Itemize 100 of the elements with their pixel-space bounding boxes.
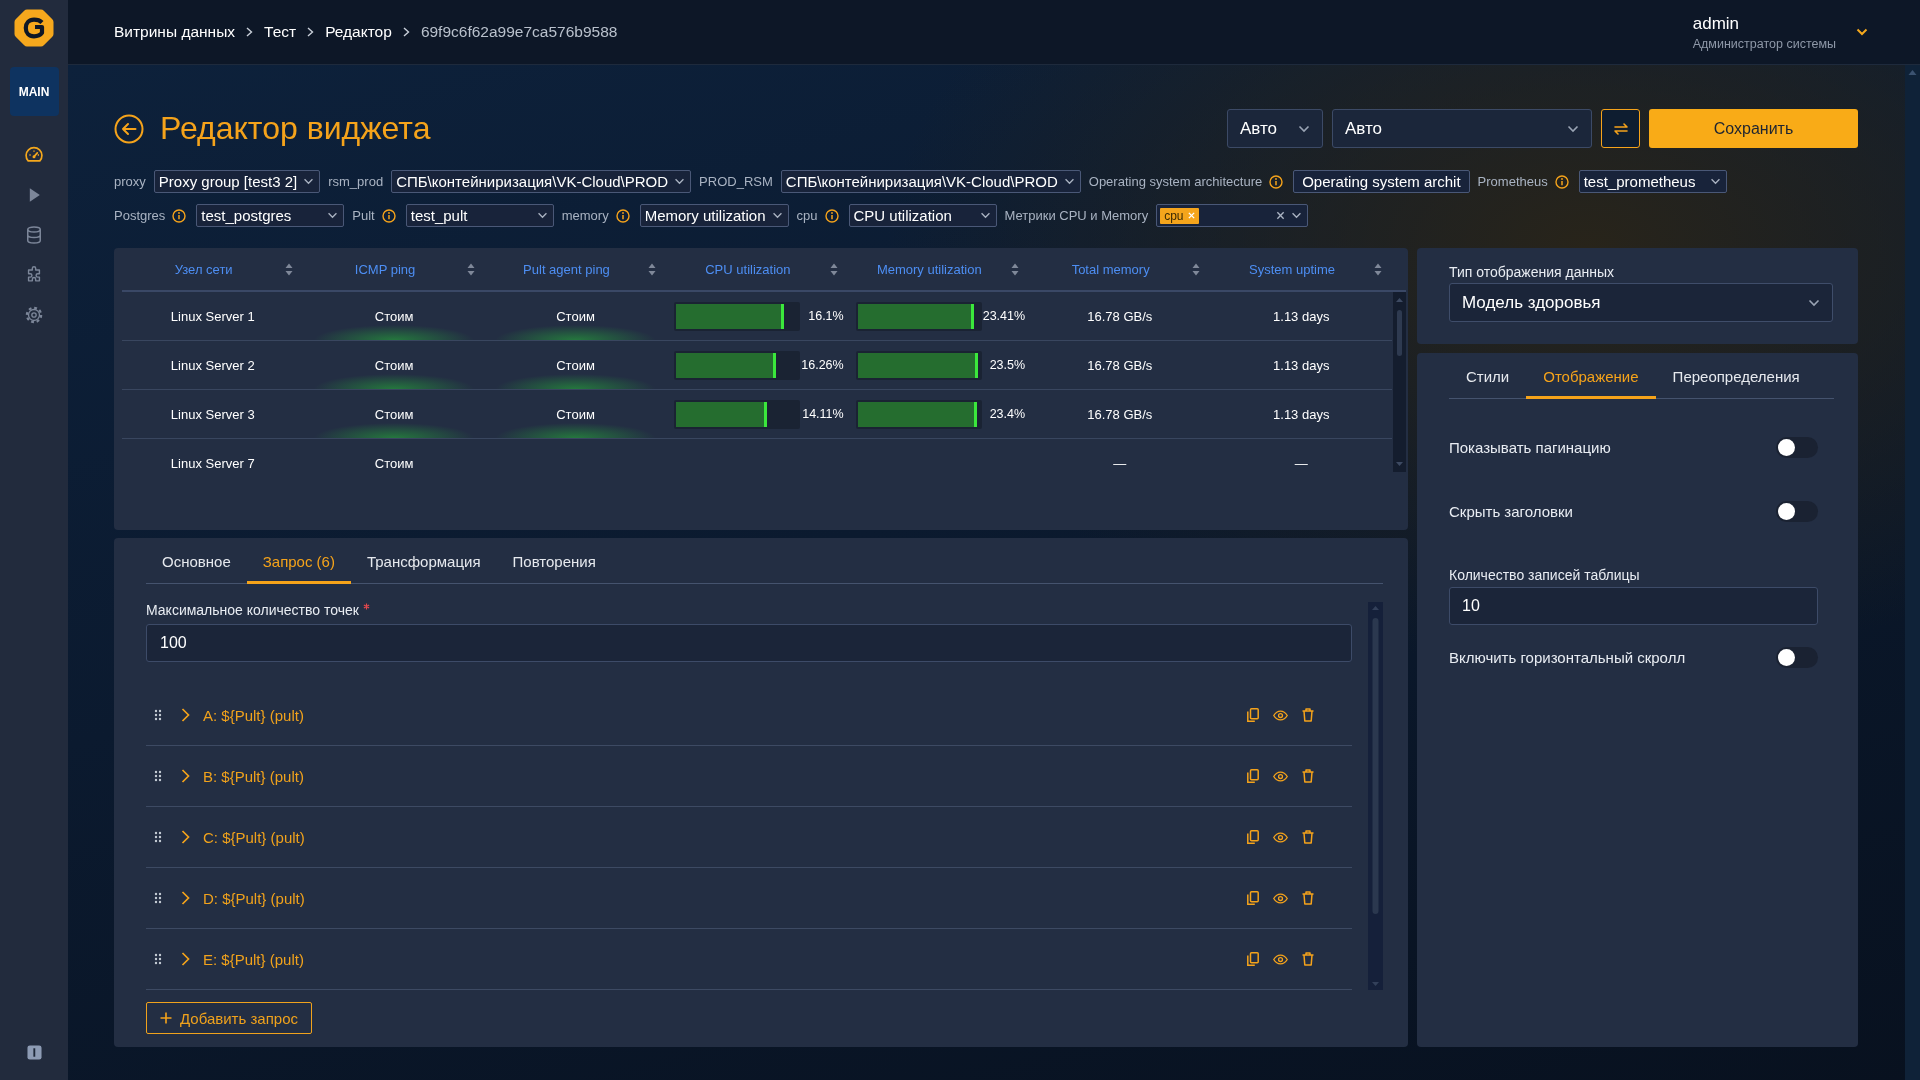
eye-icon[interactable] [1273, 709, 1288, 721]
scrollbar[interactable] [1393, 292, 1406, 472]
sort-icon[interactable] [648, 262, 657, 276]
copy-icon[interactable] [1247, 891, 1259, 905]
logo-icon[interactable] [14, 8, 54, 48]
chevron-down-icon [1709, 178, 1721, 185]
column-header[interactable]: Pult agent ping [523, 261, 610, 277]
toggle-switch[interactable] [1776, 436, 1818, 458]
trash-icon[interactable] [1302, 769, 1314, 783]
multiselect-field[interactable]: cpu [1156, 204, 1309, 227]
trash-icon[interactable] [1302, 708, 1314, 722]
toggle-switch[interactable] [1776, 500, 1818, 522]
breadcrumb-link[interactable]: Тест [264, 23, 297, 41]
eye-icon[interactable] [1273, 831, 1288, 843]
chevron-right-icon[interactable] [181, 708, 190, 722]
save-button[interactable]: Сохранить [1649, 109, 1858, 148]
select-field[interactable]: test_pult [405, 204, 554, 227]
column-header[interactable]: ICMP ping [354, 261, 416, 277]
chevron-down-icon [771, 212, 783, 219]
sort-icon[interactable] [1010, 262, 1019, 276]
query-title[interactable]: C: ${Pult} (pult) [203, 828, 305, 846]
tab[interactable]: Стили [1449, 353, 1527, 399]
panel-icon[interactable] [26, 1045, 42, 1060]
add-query-button[interactable]: Добавить запрос [146, 1002, 312, 1034]
column-header[interactable]: System uptime [1249, 261, 1336, 277]
info-icon[interactable] [615, 208, 630, 223]
toggle-switch[interactable] [1776, 646, 1818, 668]
variable-label: Метрики CPU и Memory [1004, 208, 1149, 223]
tab[interactable]: Повторения [496, 538, 612, 584]
gauge-icon[interactable] [24, 145, 44, 165]
sort-icon[interactable] [1192, 262, 1201, 276]
workspace-badge[interactable]: MAIN [9, 67, 59, 116]
eye-icon[interactable] [1273, 770, 1288, 782]
copy-icon[interactable] [1247, 830, 1259, 844]
chevron-down-icon[interactable] [1291, 212, 1303, 219]
trash-icon[interactable] [1302, 830, 1314, 844]
query-title[interactable]: D: ${Pult} (pult) [203, 889, 305, 907]
chevron-right-icon[interactable] [181, 891, 190, 905]
info-icon[interactable] [172, 208, 187, 223]
breadcrumb-link[interactable]: Витрины данных [114, 23, 236, 41]
time-range-select[interactable]: Авто [1332, 109, 1592, 148]
chevron-right-icon[interactable] [181, 952, 190, 966]
eye-icon[interactable] [1273, 892, 1288, 904]
breadcrumb-link[interactable]: Редактор [325, 23, 392, 41]
interval-select[interactable]: Авто [1227, 109, 1323, 148]
tab[interactable]: Запрос (6) [246, 538, 351, 584]
select-field[interactable]: СПБ\контейниризация\VK-Cloud\PROD [780, 170, 1081, 193]
user-name[interactable]: admin [1692, 13, 1836, 34]
tab[interactable]: Переопределения [1655, 353, 1817, 399]
select-field[interactable]: test_postgres [196, 204, 345, 227]
select-field[interactable]: CPU utilization [848, 204, 997, 227]
query-title[interactable]: A: ${Pult} (pult) [203, 706, 304, 724]
copy-icon[interactable] [1247, 708, 1259, 722]
column-header[interactable]: CPU utilization [705, 261, 791, 277]
table-cell-text: Linux Server 7 [169, 454, 256, 472]
drag-handle-icon[interactable] [154, 770, 162, 782]
sort-icon[interactable] [829, 262, 838, 276]
chevron-down-icon[interactable] [1856, 28, 1868, 36]
trash-icon[interactable] [1302, 952, 1314, 966]
drag-handle-icon[interactable] [154, 831, 162, 843]
eye-icon[interactable] [1273, 953, 1288, 965]
tag-chip[interactable]: cpu [1160, 207, 1199, 224]
text-field[interactable]: Operating system archit [1293, 170, 1470, 193]
tab[interactable]: Основное [146, 538, 247, 584]
select-field[interactable]: СПБ\контейниризация\VK-Cloud\PROD [391, 170, 692, 193]
info-icon[interactable] [1269, 174, 1284, 189]
copy-icon[interactable] [1247, 952, 1259, 966]
settings-icon[interactable] [24, 305, 44, 325]
number-field[interactable]: 10 [1449, 587, 1818, 625]
number-field[interactable]: 100 [146, 624, 1352, 662]
chevron-right-icon[interactable] [181, 830, 190, 844]
column-header[interactable]: Total memory [1071, 261, 1150, 277]
select-field[interactable]: Модель здоровья [1449, 283, 1833, 322]
drag-handle-icon[interactable] [154, 709, 162, 721]
column-header[interactable]: Memory utilization [876, 261, 982, 277]
swap-button[interactable] [1601, 109, 1640, 148]
column-header[interactable]: Узел сети [174, 261, 233, 277]
chevron-right-icon[interactable] [181, 769, 190, 783]
back-icon[interactable] [114, 113, 144, 144]
clear-icon[interactable] [1276, 211, 1286, 220]
scrollbar[interactable] [1905, 65, 1920, 1080]
trash-icon[interactable] [1302, 891, 1314, 905]
sort-icon[interactable] [285, 262, 294, 276]
drag-handle-icon[interactable] [154, 892, 162, 904]
query-title[interactable]: E: ${Pult} (pult) [203, 950, 304, 968]
scrollbar[interactable] [1368, 602, 1383, 990]
info-icon[interactable] [824, 208, 839, 223]
database-icon[interactable] [24, 225, 44, 245]
sort-icon[interactable] [466, 262, 475, 276]
sort-icon[interactable] [1373, 262, 1382, 276]
select-field[interactable]: Memory utilization [639, 204, 789, 227]
info-icon[interactable] [1554, 174, 1569, 189]
drag-handle-icon[interactable] [154, 953, 162, 965]
tab[interactable]: Отображение [1526, 353, 1656, 399]
info-icon[interactable] [381, 208, 396, 223]
query-title[interactable]: B: ${Pult} (pult) [203, 767, 304, 785]
copy-icon[interactable] [1247, 769, 1259, 783]
select-field[interactable]: test_prometheus [1578, 170, 1727, 193]
select-field[interactable]: Proxy group [test3 2] [153, 170, 321, 193]
tab[interactable]: Трансформация [350, 538, 497, 584]
